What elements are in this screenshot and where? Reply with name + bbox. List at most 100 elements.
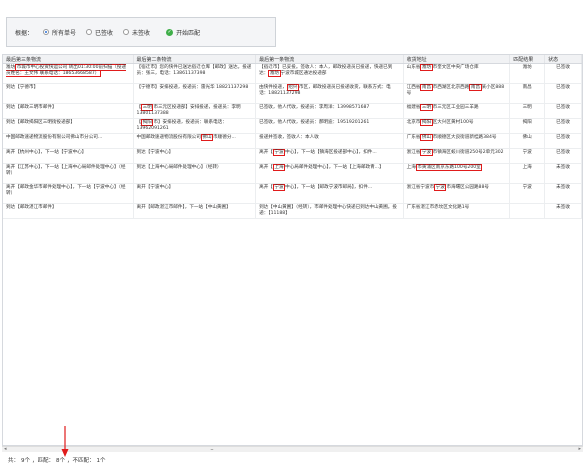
table-cell: 到达【邮政三明市邮件】: [3, 104, 134, 118]
table-row[interactable]: 离开【杭州中心】，下一站【宁波中心】 到达【宁波中心】 离开【 宁波 中心】，下一站【镇…: [3, 149, 582, 164]
grid-body: 潍坊 市城市中心投资快运公司 转出01:30:00前扫描（投递员姓名：王文伟 联系…: [3, 64, 582, 219]
cell-text: 中心】，下一站【邮政宁波市邮局】，扣件...: [285, 185, 373, 190]
match-result-cell: 上海: [510, 164, 546, 183]
cell-text: 离开【邮政湛江市邮件】，下一站【中山黄圃】: [136, 205, 231, 210]
table-cell: 山东省 潍坊 市奎文区中央广场仓库: [404, 64, 511, 83]
cell-text: 市顺德区大良街道新桂路384号: [432, 135, 497, 140]
matched-city-highlight: 佛山: [200, 134, 214, 141]
check-circle-icon: ✓: [166, 28, 174, 36]
radio-dot[interactable]: [43, 29, 50, 35]
table-row[interactable]: 中国邮政速递物流股份有限公司佛山市分公司... 中国邮政速递物流股份有限公司 佛山市…: [3, 134, 582, 149]
scroll-thumb[interactable]: ═: [202, 448, 222, 452]
column-header[interactable]: 收货地址: [404, 55, 511, 63]
table-cell: 广东省 佛山 市顺德区大良街道新桂路384号: [404, 134, 511, 148]
matched-city-highlight: 南昌: [420, 84, 433, 91]
table-row[interactable]: 离开【江苏中心】，下一站【上海中心局邮件处理中心】（经转） 到达【上海中心局邮件处…: [3, 164, 582, 184]
cell-text: 离开【邮政金华市邮件处理中心】，下一站【宁波中心】（经转）: [6, 185, 126, 196]
cell-text: 广东省: [406, 135, 421, 140]
table-cell: 离开【 上海 中心局邮件处理中心】，下一站【上海邮政青...】: [256, 164, 404, 183]
match-result-cell: 三明: [510, 104, 546, 118]
scroll-right-icon[interactable]: ▸: [578, 446, 581, 452]
table-cell: 广东省湛江市赤坎区文化路1号: [404, 204, 511, 218]
table-row[interactable]: 到达【邮政揭阳区三明街投递部】 【揭阳 市】安排投递，投递员：联系电话：139620…: [3, 119, 582, 134]
cell-text: 市三元区工业园三羊路: [432, 105, 479, 110]
table-cell: 【宿迁市】已妥投。签收人：本人，邮政投递员已投递，快递已到达： 潍坊 宁波市城区通达…: [256, 64, 404, 83]
table-row[interactable]: 离开【邮政金华市邮件处理中心】，下一站【宁波中心】（经转） 离开【宁波中心】 离开【…: [3, 184, 582, 204]
match-result-cell: 佛山: [510, 134, 546, 148]
radio-dot[interactable]: [86, 29, 93, 35]
status-cell: 已签收: [545, 84, 582, 103]
cell-text: 【宿迁市】您的快件已送达宿迁仓库【邮政】送达。投递员：张三，电话：1386113…: [136, 65, 252, 76]
cell-text: 离开【江苏中心】，下一站【上海中心局邮件处理中心】（经转）: [6, 165, 126, 176]
scroll-left-icon[interactable]: ◂: [4, 446, 7, 452]
status-cell: 未签收: [545, 204, 582, 218]
cell-text: 江西省: [406, 85, 421, 90]
column-header[interactable]: 最后第三条物流: [3, 55, 134, 63]
table-cell: 投递并签收，签收人：本人收: [256, 134, 404, 148]
table-cell: 由快件投递， 绍兴 市区，邮政投递员已投递收货，联系方式：电话：1882113729…: [256, 84, 404, 103]
table-cell: 到达【宁德市】: [3, 84, 134, 103]
start-match-button[interactable]: ✓ 开始匹配: [166, 28, 200, 37]
table-cell: 到达【中山黄圃】（经转），市邮件处理中心快递已到达中山黄圃。投递：【11188】: [256, 204, 404, 218]
match-result-cell: 潍坊: [510, 64, 546, 83]
table-cell: 【宿迁市】您的快件已送达宿迁仓库【邮政】送达。投递员：张三，电话：1386113…: [134, 64, 257, 83]
column-header[interactable]: 最后第二条物流: [134, 55, 257, 63]
cell-text: 市三元区投递部】安排投递，投递员：李明 13801137388: [136, 105, 241, 116]
table-cell: 到达【上海中心局邮件处理中心】（经转）: [134, 164, 257, 183]
matched-city-highlight: 南昌: [469, 84, 482, 91]
table-cell: 【三明 市三元区投递部】安排投递，投递员：李明 13801137388: [134, 104, 257, 118]
matched-city-highlight: 市黄浦区南京东路100号200室: [415, 164, 483, 171]
cell-text: 到达【宁德市】: [6, 85, 39, 90]
matched-city-highlight: 宁波: [272, 149, 286, 156]
table-row[interactable]: 到达【邮政三明市邮件】 【三明 市三元区投递部】安排投递，投递员：李明 138011…: [3, 104, 582, 119]
cell-text: 离开【: [259, 185, 273, 190]
cell-text: 由快件投递，: [259, 85, 287, 90]
match-result-cell: 南昌: [510, 84, 546, 103]
column-header[interactable]: 状态: [545, 55, 582, 63]
cell-text: 中心】，下一站【镇海区投递部中心】，扣件...: [285, 150, 377, 155]
status-cell: 已签收: [545, 104, 582, 118]
table-cell: 离开【杭州中心】，下一站【宁波中心】: [3, 149, 134, 163]
cell-text: 宁波市城区通达投递部: [280, 70, 327, 76]
table-row[interactable]: 到达【邮政湛江市邮件】 离开【邮政湛江市邮件】，下一站【中山黄圃】 到达【中山黄圃】…: [3, 204, 582, 219]
column-header[interactable]: 最后第一条物流: [256, 55, 404, 63]
cell-text: 上海: [406, 165, 416, 170]
cell-text: 中国邮政速递物流股份有限公司佛山市分公司...: [6, 135, 103, 140]
cell-text: 到达【上海中心局邮件处理中心】（经转）: [136, 165, 222, 170]
matched-city-highlight: 上海: [272, 164, 286, 171]
column-header[interactable]: 匹配结果: [510, 55, 546, 63]
table-cell: 离开【 宁波 中心】，下一站【邮政宁波市邮局】，扣件...: [256, 184, 404, 203]
cell-text: 已签收，他人代收，投递员：李周洋：13998571687: [259, 105, 370, 110]
table-row[interactable]: 潍坊 市城市中心投资快运公司 转出01:30:00前扫描（投递员姓名：王文伟 联系…: [3, 64, 582, 84]
table-cell: 【宁德市】安排投递，投递员：雷光华 18821137298: [134, 84, 257, 103]
status-cell: 已签收: [545, 149, 582, 163]
table-cell: 离开【邮政湛江市邮件】，下一站【中山黄圃】: [134, 204, 257, 218]
radio-all[interactable]: 所有单号: [43, 28, 76, 37]
matched-city-highlight: 宁波: [420, 149, 433, 156]
table-cell: 【揭阳 市】安排投递，投递员：联系电话：13962091261: [134, 119, 257, 133]
radio-unsigned[interactable]: 未签收: [123, 28, 150, 37]
cell-text: 区大兴区黄村100号: [432, 120, 474, 125]
radio-signed[interactable]: 已签收: [86, 28, 113, 37]
table-cell: 到达【邮政湛江市邮件】: [3, 204, 134, 218]
cell-text: 市海曙区公园路88号: [446, 185, 489, 190]
table-cell: 已签收，他人代收，投递员：李周洋：13998571687: [256, 104, 404, 118]
cell-text: 已签收，他人代收，投递员：郝明迪：19519201261: [259, 120, 370, 125]
horizontal-scrollbar[interactable]: ◂ ═ ▸: [2, 446, 583, 452]
filter-label: 根据：: [15, 29, 34, 37]
status-cell: 已签收: [545, 64, 582, 83]
table-row[interactable]: 到达【宁德市】 【宁德市】安排投递，投递员：雷光华 18821137298 由快件投…: [3, 84, 582, 104]
table-cell: 到达【宁波中心】: [134, 149, 257, 163]
cell-text: 广东省湛江市赤坎区文化路1号: [406, 205, 470, 210]
match-result-cell: [510, 204, 546, 218]
table-cell: 离开【 宁波 中心】，下一站【镇海区投递部中心】，扣件...: [256, 149, 404, 163]
match-result-cell: 宁波: [510, 184, 546, 203]
radio-dot[interactable]: [123, 29, 130, 35]
cell-text: 到达【中山黄圃】（经转），市邮件处理中心快递已到达中山黄圃。投递：【11188】: [259, 205, 397, 216]
table-cell: 江西省 南昌 市西湖区北京西路 南昌 某小区888号: [404, 84, 511, 103]
cell-text: 离开【: [259, 150, 273, 155]
cell-text: 到达【邮政揭阳区三明街投递部】: [6, 120, 75, 125]
cell-text: 中国邮政速递物流股份有限公司: [136, 135, 201, 140]
filter-bar: 根据： 所有单号 已签收 未签收 ✓ 开始匹配: [6, 17, 276, 47]
table-cell: 潍坊 市城市中心投资快运公司 转出01:30:00前扫描（投递员姓名：王文伟 联系…: [3, 64, 134, 83]
